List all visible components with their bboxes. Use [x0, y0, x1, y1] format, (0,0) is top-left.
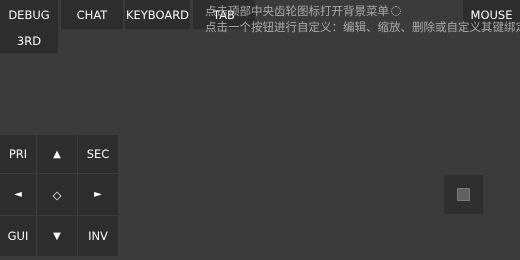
gui-button[interactable]: GUI [0, 216, 36, 256]
inventory-button[interactable]: INV [78, 216, 118, 256]
gear-icon [391, 6, 401, 16]
up-arrow-button[interactable]: ▲ [37, 135, 77, 173]
center-diamond-button[interactable]: ◇ [37, 174, 77, 215]
down-arrow-button[interactable]: ▼ [37, 216, 77, 256]
secondary-button[interactable]: SEC [78, 135, 118, 173]
mouse-joystick-pad[interactable] [444, 175, 483, 214]
primary-button[interactable]: PRI [0, 135, 36, 173]
hint-line-2: 点击一个按钮进行自定义：编辑、缩放、删除或自定义其键绑定。 [205, 20, 520, 34]
right-arrow-button[interactable]: ► [78, 174, 118, 215]
chat-button[interactable]: CHAT [61, 0, 123, 29]
debug-button[interactable]: DEBUG [0, 0, 58, 29]
square-stick-icon [457, 188, 470, 201]
hint-line-1: 点击顶部中央齿轮图标打开背景菜单 [205, 4, 401, 18]
keyboard-button[interactable]: KEYBOARD [125, 0, 190, 29]
left-arrow-button[interactable]: ◄ [0, 174, 36, 215]
hint-line-1-text: 点击顶部中央齿轮图标打开背景菜单 [205, 4, 389, 18]
third-person-button[interactable]: 3RD [0, 29, 58, 53]
